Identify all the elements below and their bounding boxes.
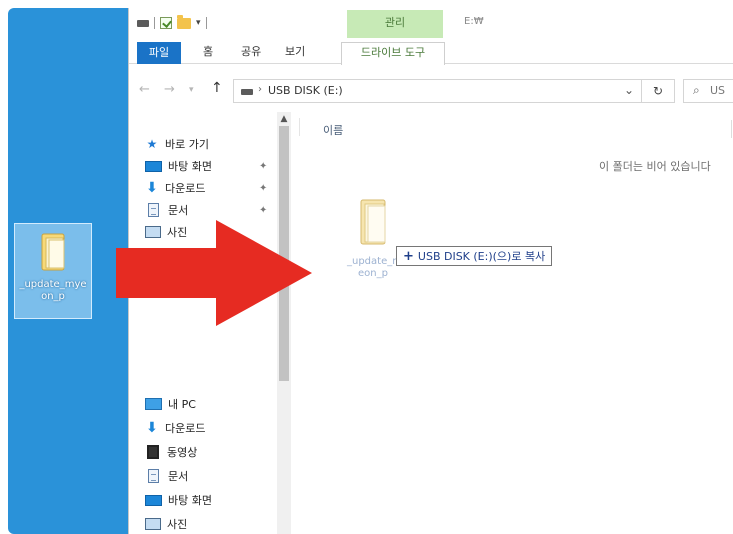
search-input[interactable]: ⌕ US [683,79,733,103]
nav-quick-access[interactable]: ★ 바로 가기 [145,134,209,154]
nav-pc-videos[interactable]: 동영상 [145,442,197,462]
address-bar: ← → ▾ ↑ › USB DISK (E:) ⌄ ↻ ⌕ US [129,74,733,106]
nav-label: 바탕 화면 [168,160,212,173]
recent-locations-icon[interactable]: ▾ [189,85,194,95]
document-icon [148,203,159,217]
ribbon-tabs: 파일 홈 공유 보기 드라이브 도구 [129,38,733,65]
column-header-name[interactable]: 이름 [323,122,343,138]
nav-label: 사진 [167,518,188,531]
nav-label: 다운로드 [165,182,206,195]
nav-label: 문서 [168,204,189,217]
context-tab-group: 관리 [347,10,443,38]
desktop: _update_mye on_p [8,8,128,534]
nav-label: 문서 [168,470,189,483]
red-arrow-icon [116,220,312,326]
tooltip-text: USB DISK (E:)(으)로 복사 [417,250,546,263]
divider [154,17,155,29]
tab-home[interactable]: 홈 [203,43,213,64]
content-pane[interactable]: 이름 이 폴더는 비어 있습니다 _update_my eon_p + USB … [299,112,733,534]
forward-icon[interactable]: → [164,82,175,97]
tab-drive-tools[interactable]: 드라이브 도구 [341,42,445,65]
nav-pc-downloads[interactable]: ⬇ 다운로드 [145,418,205,438]
search-icon: ⌕ [693,83,700,97]
desktop-file-icon[interactable]: _update_mye on_p [14,223,92,319]
divider [731,120,732,138]
back-icon[interactable]: ← [139,82,150,97]
nav-item-downloads[interactable]: ⬇ 다운로드 [145,178,205,198]
nav-pc-pictures[interactable]: 사진 [145,514,187,534]
dragged-folder-icon [360,199,386,245]
pin-icon[interactable]: ✦ [259,183,267,194]
breadcrumb[interactable]: USB DISK (E:) [268,84,343,97]
tab-view[interactable]: 보기 [285,43,305,64]
download-icon: ⬇ [146,420,158,436]
document-icon [148,469,159,483]
search-placeholder: US [710,84,726,97]
check-icon[interactable] [160,17,172,29]
drive-icon [241,89,253,95]
dragged-item-label: _update_my eon_p [347,256,408,279]
nav-pc-desktop[interactable]: 바탕 화면 [145,490,212,510]
scroll-up-icon[interactable]: ▲ [277,114,291,124]
video-icon [147,445,159,459]
nav-label: 동영상 [167,446,198,459]
nav-label: 다운로드 [165,422,206,435]
divider [299,118,300,136]
pc-icon [145,398,162,410]
nav-item-documents[interactable]: 문서 [145,200,188,220]
copy-tooltip: + USB DISK (E:)(으)로 복사 [396,246,553,266]
title-bar: ▾ 관리 E:₩ [129,8,733,38]
pin-icon[interactable]: ✦ [259,161,267,172]
desktop-file-label: _update_mye on_p [19,279,87,302]
divider [205,17,207,29]
window-title: E:₩ [464,16,484,27]
pin-icon[interactable]: ✦ [259,205,267,216]
nav-pc-documents[interactable]: 문서 [145,466,188,486]
nav-this-pc[interactable]: 내 PC [145,394,196,414]
star-icon: ★ [146,137,158,151]
screenshot-frame: _update_mye on_p ▾ 관리 E:₩ 파일 홈 공유 보기 드라이… [8,8,733,534]
folder-icon [41,233,65,271]
nav-item-desktop[interactable]: 바탕 화면 [145,156,212,176]
nav-label: 내 PC [168,398,196,411]
breadcrumb-chevron[interactable]: › [258,84,262,95]
nav-label: 바탕 화면 [168,494,212,507]
tab-file[interactable]: 파일 [137,42,181,64]
up-icon[interactable]: ↑ [211,80,223,96]
refresh-icon[interactable]: ↻ [641,79,675,103]
qat-dropdown-icon[interactable]: ▾ [196,18,201,28]
tab-share[interactable]: 공유 [241,43,261,64]
desktop-icon [145,494,162,506]
drive-icon[interactable] [137,19,149,27]
nav-label: 바로 가기 [165,138,209,151]
address-field[interactable]: › USB DISK (E:) ⌄ [233,79,643,103]
download-icon: ⬇ [146,180,158,196]
plus-icon: + [403,248,414,264]
desktop-icon [145,160,162,172]
folder-icon[interactable] [177,14,191,29]
chevron-down-icon[interactable]: ⌄ [624,83,634,97]
empty-folder-message: 이 폴더는 비어 있습니다 [599,160,711,173]
picture-icon [145,518,161,530]
quick-access-toolbar: ▾ [137,14,207,29]
